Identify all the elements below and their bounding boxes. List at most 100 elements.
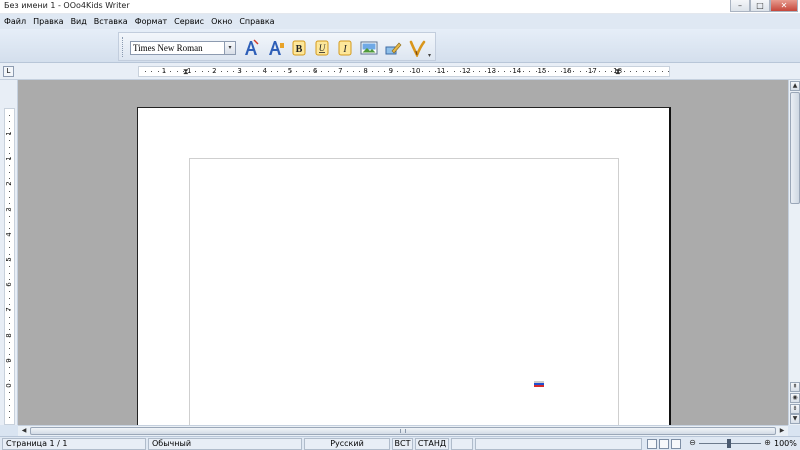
italic-button[interactable]: I (335, 38, 355, 58)
ruler-tick (315, 71, 317, 72)
font-name-value[interactable]: Times New Roman (133, 43, 203, 53)
minimize-button[interactable]: – (730, 0, 750, 12)
vertical-ruler[interactable]: 11234567890 (4, 108, 15, 425)
menu-window[interactable]: Окно (211, 17, 236, 26)
close-button[interactable]: ✕ (770, 0, 798, 12)
scroll-previous-page-button[interactable]: ⇞ (790, 382, 800, 392)
font-name-combobox[interactable]: Times New Roman ▾ (130, 41, 236, 55)
ruler-tick (176, 71, 178, 72)
document-page[interactable] (137, 107, 671, 425)
ruler-tick (378, 71, 380, 72)
menu-insert[interactable]: Вставка (94, 17, 132, 26)
vruler-tick (9, 373, 10, 375)
ruler-tick (283, 71, 285, 72)
horizontal-ruler[interactable]: 1123456789101112131415161718⧗⧗ (138, 66, 670, 77)
brush-button[interactable] (407, 38, 427, 58)
vruler-tick (9, 152, 10, 154)
ruler-tick (277, 71, 279, 72)
draw-button[interactable] (383, 38, 403, 58)
underline-button[interactable]: U (312, 38, 332, 58)
selection-mode-indicator[interactable]: СТАНД (415, 438, 449, 450)
toolbar-grip[interactable] (122, 37, 125, 57)
svg-text:B: B (296, 44, 303, 55)
ruler-tick (189, 71, 191, 72)
vruler-tick (9, 234, 10, 236)
zoom-slider-thumb[interactable] (727, 439, 731, 448)
ruler-tick (252, 71, 254, 72)
ruler-tick (365, 71, 367, 72)
vruler-tick (9, 348, 10, 350)
menu-file[interactable]: Файл (4, 17, 30, 26)
vertical-scrollbar[interactable]: ▲ ⇞ ◉ ⇟ ▼ (788, 80, 800, 425)
zoom-in-button[interactable]: ⊕ (763, 439, 772, 448)
ruler-tick (422, 71, 424, 72)
ruler-tick (548, 71, 550, 72)
ruler-tick (630, 71, 632, 72)
single-page-view-icon[interactable] (647, 439, 657, 449)
text-boundary[interactable] (189, 158, 619, 425)
ruler-tick (145, 71, 146, 72)
menu-tools[interactable]: Сервис (174, 17, 208, 26)
ruler-tick (460, 71, 461, 72)
ruler-tick (472, 71, 474, 72)
title-bar: Без имени 1 - OOo4Kids Writer – □ ✕ (0, 0, 800, 14)
modified-indicator[interactable] (451, 438, 473, 450)
language-flag-icon (534, 381, 544, 387)
font-dropdown-button[interactable]: ▾ (224, 42, 235, 54)
vruler-tick (9, 335, 10, 337)
paragraph-style-indicator[interactable]: Обычный (148, 438, 302, 450)
menu-edit[interactable]: Правка (33, 17, 67, 26)
tab-type-selector[interactable]: L (3, 66, 14, 77)
scroll-next-page-button[interactable]: ⇟ (790, 404, 800, 414)
page-indicator[interactable]: Страница 1 / 1 (2, 438, 146, 450)
vruler-tick (9, 241, 10, 242)
ruler-tick (661, 71, 663, 72)
window-controls: – □ ✕ (730, 0, 798, 13)
window-title: Без имени 1 - OOo4Kids Writer (4, 1, 130, 10)
scroll-up-button[interactable]: ▲ (790, 81, 800, 91)
indent-marker-right-icon[interactable]: ⧗ (615, 68, 621, 76)
zoom-level[interactable]: 100% (774, 438, 797, 450)
multi-page-view-icon[interactable] (659, 439, 669, 449)
scroll-thumb-grip (400, 429, 406, 433)
fontwork-button[interactable] (241, 38, 261, 58)
language-indicator[interactable]: Русский (304, 438, 390, 450)
vruler-tick (9, 127, 10, 129)
ruler-tick (208, 71, 209, 72)
insert-image-button[interactable] (359, 38, 379, 58)
signature-indicator[interactable] (475, 438, 642, 450)
navigator-button[interactable]: ◉ (790, 393, 800, 403)
menu-view[interactable]: Вид (71, 17, 91, 26)
vruler-tick (9, 140, 10, 142)
scroll-right-button[interactable]: ▶ (777, 427, 787, 435)
document-area[interactable] (18, 80, 788, 425)
ruler-tick (170, 71, 172, 72)
ruler-tick (623, 71, 625, 72)
fontwork-gallery-button[interactable] (266, 38, 286, 58)
scroll-left-button[interactable]: ◀ (19, 427, 29, 435)
ruler-tick (447, 71, 449, 72)
scroll-down-button[interactable]: ▼ (790, 414, 800, 424)
maximize-button[interactable]: □ (750, 0, 770, 12)
book-view-icon[interactable] (671, 439, 681, 449)
toolbar-overflow-icon[interactable]: ▾ (428, 53, 434, 59)
bold-button[interactable]: B (289, 38, 309, 58)
horizontal-scrollbar[interactable]: ◀ ▶ (18, 425, 788, 436)
ruler-tick (239, 71, 241, 72)
menu-help[interactable]: Справка (239, 17, 278, 26)
vruler-tick (9, 379, 10, 381)
horizontal-scroll-thumb[interactable] (30, 427, 776, 435)
insert-mode-indicator[interactable]: ВСТ (392, 438, 413, 450)
ruler-tick (163, 71, 165, 72)
zoom-out-button[interactable]: ⊖ (688, 439, 697, 448)
ruler-tick (478, 71, 480, 72)
indent-marker-left-icon[interactable]: ⧗ (183, 68, 189, 76)
ruler-tick (586, 71, 587, 72)
ruler-tick (302, 71, 304, 72)
vruler-tick (9, 291, 10, 293)
vertical-scroll-thumb[interactable] (790, 92, 800, 204)
menu-format[interactable]: Формат (135, 17, 171, 26)
fontwork-gallery-icon (269, 41, 284, 55)
vruler-tick (9, 411, 10, 413)
ruler-tick (611, 71, 613, 72)
